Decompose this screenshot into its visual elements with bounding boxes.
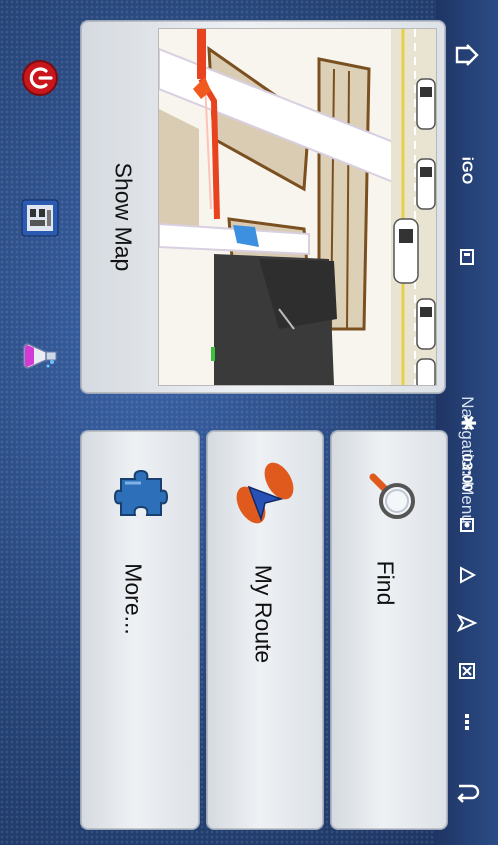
bluetooth-icon: ✱: [455, 414, 478, 432]
find-label: Find: [372, 560, 399, 606]
puzzle-icon: [113, 469, 169, 516]
find-tile[interactable]: Find: [330, 430, 448, 830]
car-dashboard-icon: [21, 199, 59, 237]
power-button[interactable]: [18, 56, 62, 100]
home-icon: [455, 44, 479, 66]
camera-icon: [460, 518, 474, 532]
my-route-tile[interactable]: My Route: [206, 430, 324, 830]
map-preview[interactable]: [158, 28, 437, 386]
magnifier-icon: [369, 473, 415, 519]
navigate-icon: [457, 613, 477, 633]
close-box-icon: [459, 663, 475, 679]
sd-card-icon: [460, 249, 474, 265]
lab-button[interactable]: [18, 334, 62, 378]
map-preview-image: [159, 29, 436, 385]
warning-icon: [460, 566, 477, 584]
more-label: More...: [120, 563, 147, 635]
back-icon: [457, 784, 480, 803]
more-tile[interactable]: More...: [80, 430, 200, 830]
show-map-label: Show Map: [110, 162, 137, 272]
car-dashboard-button[interactable]: [18, 196, 62, 240]
more-dots-icon: [465, 714, 469, 730]
my-route-label: My Route: [250, 564, 277, 664]
lab-flask-icon: [23, 343, 57, 369]
route-arrow-icon: [236, 462, 294, 524]
power-icon: [22, 60, 58, 96]
